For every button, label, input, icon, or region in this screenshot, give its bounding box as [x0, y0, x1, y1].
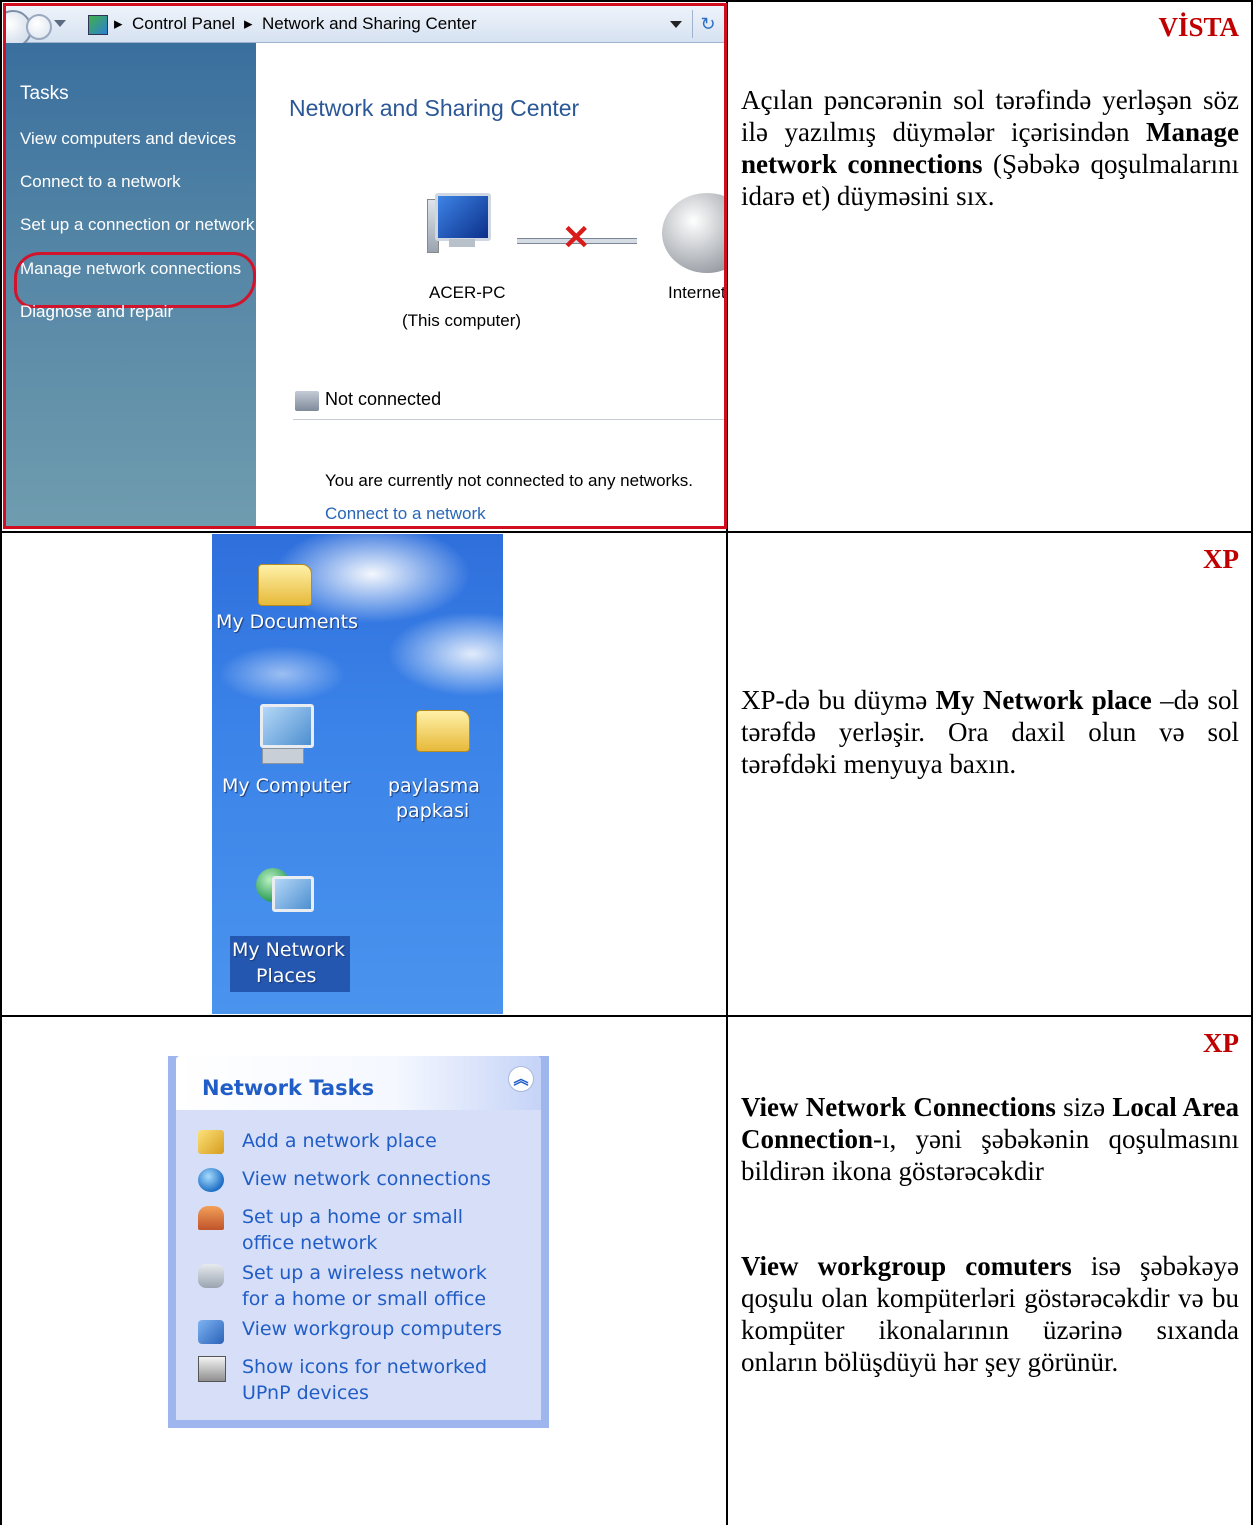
upnp-devices-icon: [198, 1356, 226, 1382]
connection-status: Not connected: [325, 389, 442, 409]
my-documents-icon[interactable]: [258, 564, 312, 606]
my-computer-icon[interactable]: [260, 704, 314, 748]
internet-label: Internet: [668, 283, 724, 302]
refresh-icon[interactable]: ↻: [692, 10, 723, 38]
control-panel-icon: [88, 15, 108, 35]
os-label-vista: VİSTA: [1158, 12, 1239, 42]
status-message: You are currently not connected to any n…: [325, 471, 693, 490]
my-documents-label[interactable]: My Documents: [216, 610, 358, 635]
task-add-network-place[interactable]: Add a network place: [242, 1128, 437, 1154]
task-show-upnp[interactable]: Show icons for networked UPnP devices: [242, 1354, 487, 1406]
table-row-divider-1: [0, 531, 1253, 533]
task-view-workgroup[interactable]: View workgroup computers: [242, 1316, 502, 1342]
breadcrumb-network-center[interactable]: Network and Sharing Center: [262, 14, 477, 34]
add-network-place-icon: [198, 1130, 224, 1154]
xp-desktop-description: XP-də bu düymə My Network place –də sol …: [741, 685, 1239, 779]
network-tasks-panel: Network Tasks ︽ Add a network place View…: [168, 1056, 549, 1428]
address-bar: ▸ Control Panel ▸ Network and Sharing Ce…: [6, 6, 724, 48]
computer-name: ACER-PC: [429, 283, 506, 302]
my-network-places-icon[interactable]: [272, 876, 314, 912]
document-table: ▸ Control Panel ▸ Network and Sharing Ce…: [0, 0, 1253, 1525]
divider: [293, 419, 724, 420]
sidebar-item-view-computers[interactable]: View computers and devices: [20, 129, 236, 149]
task-wireless-network[interactable]: Set up a wireless network for a home or s…: [242, 1260, 487, 1312]
workgroup-computers-icon: [198, 1320, 224, 1344]
task-home-network[interactable]: Set up a home or small office network: [242, 1204, 463, 1256]
home-network-icon: [198, 1206, 224, 1230]
computer-subtitle: (This computer): [402, 311, 522, 330]
main-content: Network and Sharing Center ✕ ACER-PC (Th…: [257, 43, 724, 526]
os-label-xp-1: XP: [1203, 544, 1239, 574]
sidebar-item-diagnose[interactable]: Diagnose and repair: [20, 302, 173, 322]
panel-body: Add a network place View network connect…: [176, 1110, 541, 1420]
breadcrumb-separator-icon: ▸: [244, 14, 253, 33]
breadcrumb-control-panel[interactable]: Control Panel: [132, 14, 235, 34]
my-computer-base: [262, 748, 304, 764]
table-column-divider: [726, 0, 728, 1525]
network-status-icon: [295, 391, 319, 411]
highlight-circle: [14, 252, 256, 308]
computer-icon[interactable]: [427, 193, 491, 253]
vista-description: Açılan pəncərənin sol tərəfində yerləşən…: [741, 85, 1239, 211]
my-network-label-2[interactable]: Places: [256, 964, 316, 989]
table-row-divider-2: [0, 1015, 1253, 1017]
history-dropdown-icon[interactable]: [54, 20, 66, 27]
internet-globe-icon[interactable]: [662, 193, 724, 273]
my-computer-label[interactable]: My Computer: [222, 774, 350, 799]
xp-tasks-description-2: View workgroup comuters isə şəbəkəyə qoş…: [741, 1251, 1239, 1377]
table-border-top: [0, 0, 1253, 2]
wireless-network-icon: [198, 1264, 224, 1288]
address-dropdown-icon[interactable]: [670, 21, 682, 28]
task-view-connections[interactable]: View network connections: [242, 1166, 491, 1192]
breadcrumb-separator-icon: ▸: [114, 14, 123, 33]
sidebar-item-connect-network[interactable]: Connect to a network: [20, 172, 181, 192]
connect-network-link[interactable]: Connect to a network: [325, 504, 486, 524]
shared-folder-icon[interactable]: [416, 710, 470, 752]
shared-folder-label-1[interactable]: paylasma: [388, 774, 480, 799]
vista-network-center-screenshot: ▸ Control Panel ▸ Network and Sharing Ce…: [3, 3, 727, 529]
sidebar-item-setup-connection[interactable]: Set up a connection or network: [20, 215, 254, 235]
xp-desktop-screenshot: My Documents My Computer paylasma papkas…: [212, 534, 503, 1014]
xp-tasks-description-1: View Network Connections sizə Local Area…: [741, 1092, 1240, 1186]
view-connections-icon: [198, 1168, 224, 1192]
panel-title: Network Tasks: [202, 1076, 375, 1100]
panel-header[interactable]: Network Tasks ︽: [176, 1056, 541, 1110]
disconnected-x-icon: ✕: [562, 219, 591, 257]
shared-folder-label-2[interactable]: papkasi: [396, 799, 469, 824]
forward-button[interactable]: [26, 14, 52, 40]
tasks-heading: Tasks: [20, 83, 69, 104]
table-border-left: [0, 0, 2, 1525]
my-network-label-1[interactable]: My Network: [232, 938, 345, 963]
os-label-xp-2: XP: [1203, 1028, 1239, 1058]
collapse-chevron-icon[interactable]: ︽: [508, 1066, 534, 1092]
page-title: Network and Sharing Center: [289, 95, 580, 121]
tasks-sidebar: Tasks View computers and devices Connect…: [6, 43, 256, 526]
